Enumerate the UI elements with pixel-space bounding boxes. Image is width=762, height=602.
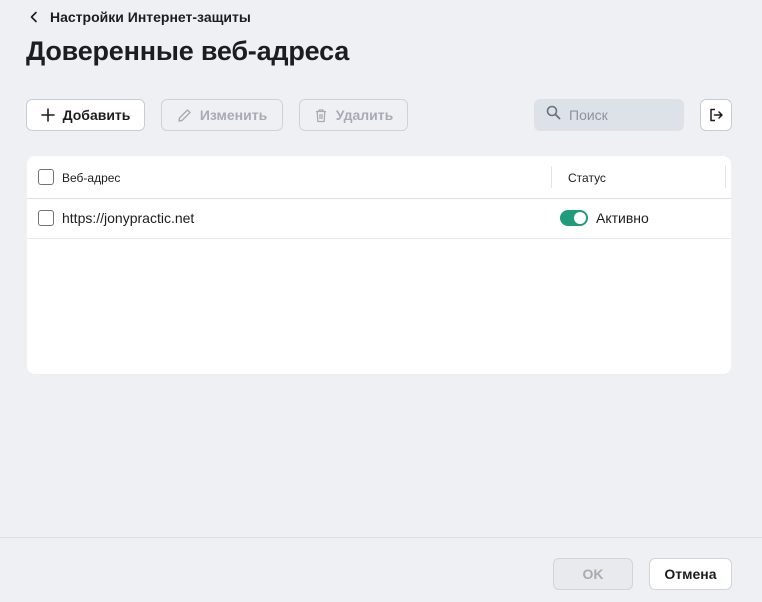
column-divider[interactable] (551, 166, 552, 188)
column-header-status[interactable]: Статус (568, 171, 606, 185)
column-divider[interactable] (725, 166, 726, 188)
urls-table: Веб-адрес Статус https://jonypractic.net… (27, 156, 731, 374)
toolbar: Добавить Изменить Удалить (26, 99, 732, 131)
delete-button-label: Удалить (335, 107, 394, 123)
toggle-knob (574, 212, 586, 224)
trash-icon (314, 108, 328, 123)
select-all-checkbox[interactable] (38, 169, 54, 185)
table-header: Веб-адрес Статус (27, 156, 731, 199)
trusted-urls-page: Настройки Интернет-защиты Доверенные веб… (0, 0, 762, 602)
pencil-icon (177, 108, 192, 123)
edit-button-label: Изменить (199, 107, 268, 123)
delete-button[interactable]: Удалить (299, 99, 408, 131)
plus-icon (40, 108, 55, 122)
export-icon (708, 107, 724, 123)
chevron-left-icon (28, 11, 40, 23)
add-button[interactable]: Добавить (26, 99, 145, 131)
footer-divider (0, 537, 762, 538)
search-input[interactable] (569, 107, 674, 123)
cancel-button[interactable]: Отмена (649, 558, 732, 590)
row-checkbox[interactable] (38, 210, 54, 226)
add-button-label: Добавить (62, 107, 131, 123)
row-status: Активно (596, 210, 649, 226)
page-title: Доверенные веб-адреса (26, 36, 350, 66)
ok-button[interactable]: OK (553, 558, 633, 590)
column-header-url[interactable]: Веб-адрес (62, 171, 120, 185)
export-button[interactable] (700, 99, 732, 131)
breadcrumb-back[interactable]: Настройки Интернет-защиты (28, 8, 251, 26)
table-row[interactable]: https://jonypractic.net Активно (27, 199, 731, 239)
status-toggle[interactable] (560, 210, 588, 226)
search-icon (546, 105, 561, 125)
breadcrumb-label: Настройки Интернет-защиты (50, 9, 251, 25)
row-url: https://jonypractic.net (62, 210, 195, 226)
edit-button[interactable]: Изменить (161, 99, 283, 131)
search-box[interactable] (534, 99, 684, 131)
